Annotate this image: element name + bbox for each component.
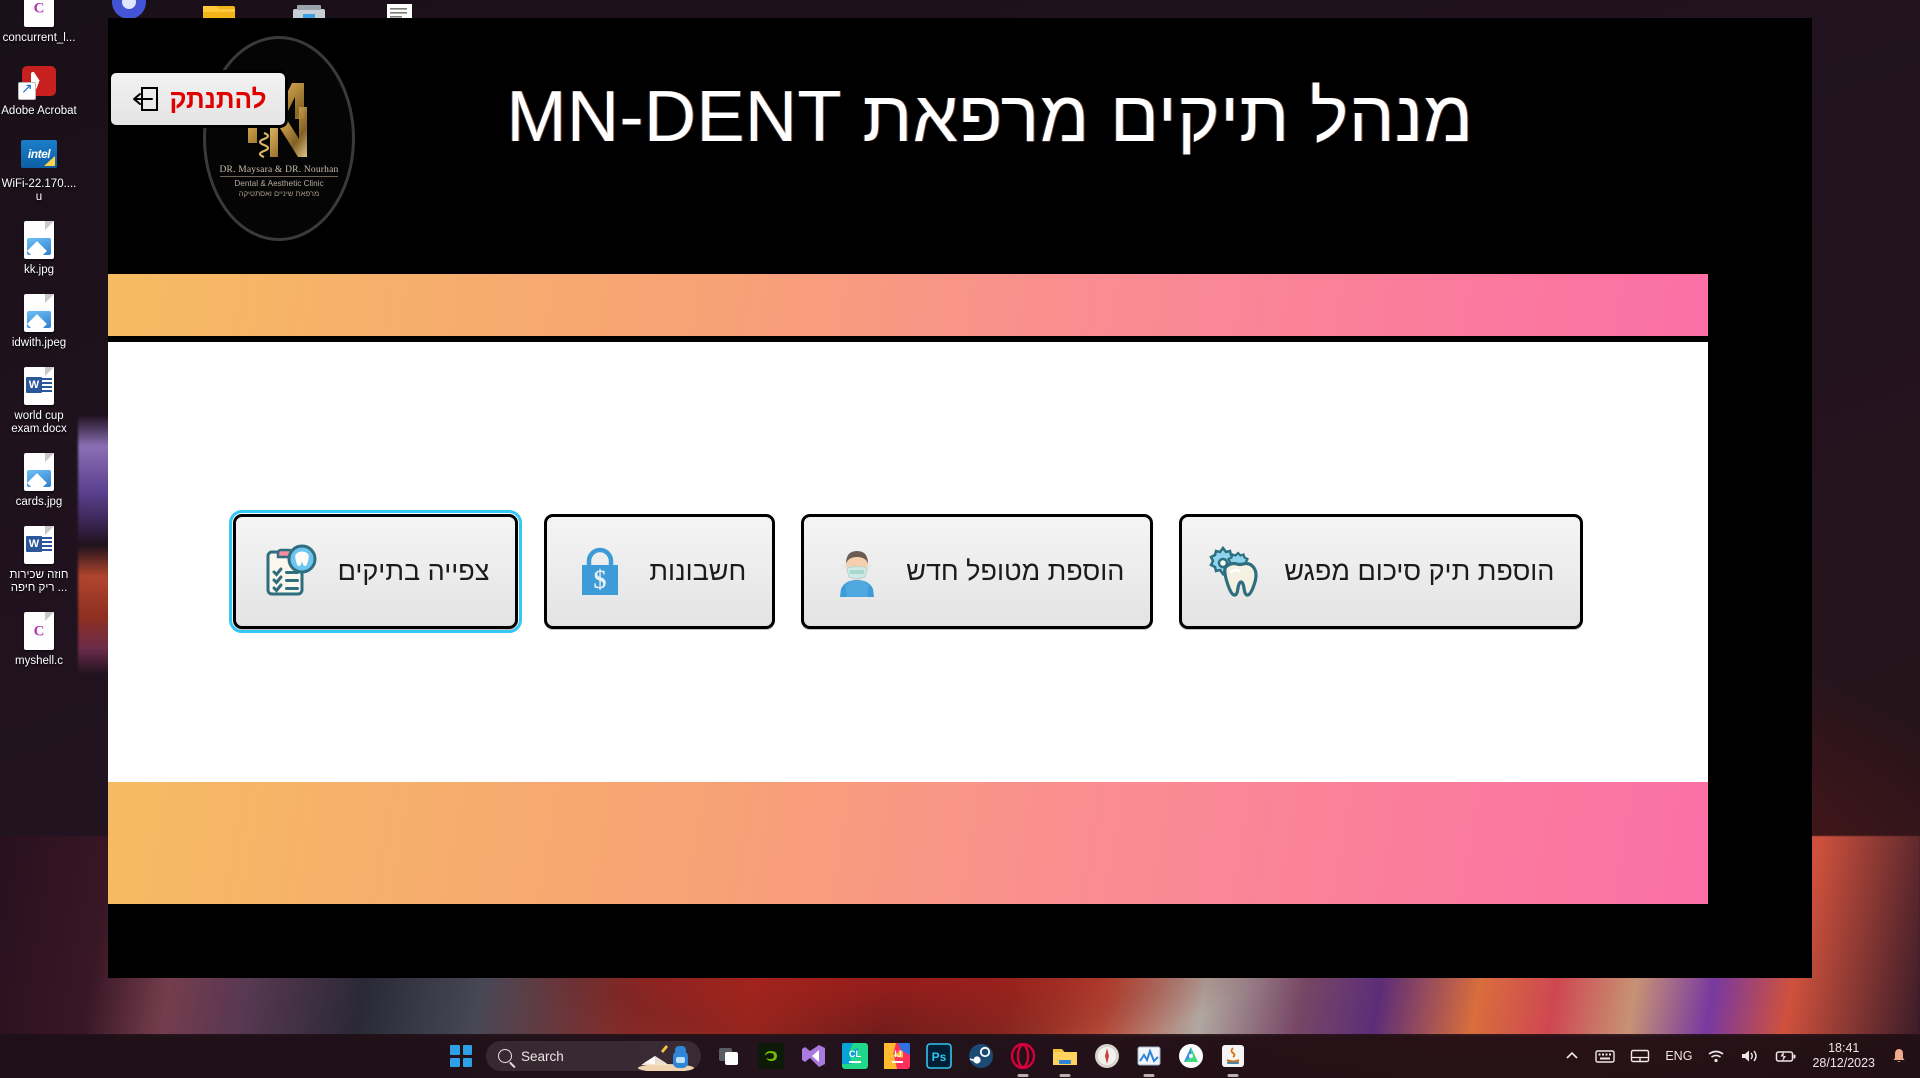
taskbar-center-group: Search CL IJ Ps <box>450 1041 1247 1071</box>
accounts-button[interactable]: $ חשבונות <box>544 514 776 629</box>
add-meeting-summary-button[interactable]: הוספת תיק סיכום מפגש <box>1179 514 1584 629</box>
visual-studio-icon[interactable] <box>799 1042 827 1070</box>
desktop-icon-label: world cup exam.docx <box>11 410 67 435</box>
folder-icon <box>198 0 240 20</box>
image-file-icon <box>19 450 59 494</box>
desktop-icon[interactable]: idwith.jpeg <box>0 291 78 350</box>
task-view-icon[interactable] <box>715 1042 743 1070</box>
text-document-icon <box>378 0 420 20</box>
clock-date: 28/12/2023 <box>1812 1056 1875 1070</box>
svg-text:Ps: Ps <box>932 1050 947 1064</box>
view-records-button[interactable]: צפייה בתיקים <box>228 510 523 633</box>
logo-clinic-line: Dental & Aesthetic Clinic <box>234 179 324 188</box>
desktop-icon[interactable]: W חוזה שכירות ריק חיפה ... <box>0 523 78 595</box>
chevron-up-icon[interactable] <box>1564 1048 1580 1064</box>
desktop-icon-label: concurrent_l... <box>2 32 76 44</box>
desktop-icon-label: cards.jpg <box>15 496 63 508</box>
svg-text:IJ: IJ <box>894 1049 902 1059</box>
search-input[interactable]: Search <box>486 1041 701 1071</box>
add-new-patient-button[interactable]: הוספת מטופל חדש <box>801 514 1154 629</box>
clipboard-tooth-icon <box>258 541 320 603</box>
desktop-icon-label: idwith.jpeg <box>11 337 67 349</box>
intellij-idea-icon[interactable]: IJ <box>883 1042 911 1070</box>
search-icon <box>498 1049 512 1063</box>
logo-hebrew-line: מרפאת שיניים ואסתטיקה <box>238 189 320 198</box>
utility-icon <box>288 0 330 20</box>
opera-icon[interactable] <box>1009 1042 1037 1070</box>
c-source-file-icon: C <box>19 0 59 30</box>
desktop-icon-label: WiFi-22.170.... u <box>1 178 77 203</box>
intel-installer-icon: intel <box>19 132 59 176</box>
tooth-gears-icon <box>1204 541 1266 603</box>
image-file-icon <box>19 291 59 335</box>
desktop[interactable]: Cconcurrent_l... Adobe Acrobat intelWiFi-2… <box>0 0 1920 1078</box>
desktop-icon[interactable]: Adobe Acrobat <box>0 59 78 118</box>
image-file-icon <box>19 218 59 262</box>
wifi-icon[interactable] <box>1707 1048 1725 1064</box>
desktop-icon[interactable]: Cmyshell.c <box>0 609 78 668</box>
button-label: הוספת מטופל חדש <box>906 556 1125 586</box>
c-source-file-icon: C <box>19 609 59 653</box>
photoshop-icon[interactable]: Ps <box>925 1042 953 1070</box>
performance-monitor-icon[interactable] <box>1135 1042 1163 1070</box>
windows-taskbar: Search CL IJ Ps ENG 18:41 28/12/2023 <box>0 1034 1920 1078</box>
desktop-icon-label: חוזה שכירות ריק חיפה ... <box>9 569 69 594</box>
system-tray: ENG 18:41 28/12/2023 <box>1564 1041 1908 1071</box>
clion-icon[interactable]: CL <box>841 1042 869 1070</box>
button-label: צפייה בתיקים <box>337 556 490 586</box>
main-action-buttons: צפייה בתיקים $ חשבונות הוספת מטופל חדש ה… <box>108 510 1708 633</box>
steam-icon[interactable] <box>967 1042 995 1070</box>
touchpad-icon[interactable] <box>1630 1048 1650 1064</box>
app-header: DR. Maysara & DR. Nourhan Dental & Aesth… <box>108 18 1812 270</box>
svg-text:$: $ <box>594 565 607 594</box>
search-placeholder: Search <box>521 1048 564 1064</box>
button-label: חשבונות <box>649 556 747 586</box>
bottom-gradient-banner: להתנתק <box>108 70 1708 904</box>
logout-label: להתנתק <box>169 83 267 114</box>
logout-button[interactable]: להתנתק <box>108 70 288 128</box>
partial-desktop-icons-row <box>108 0 420 20</box>
page-title: מנהל תיקים מרפאת MN-DENT <box>506 77 1474 157</box>
desktop-icon-label: Adobe Acrobat <box>1 105 77 117</box>
desktop-icon[interactable]: cards.jpg <box>0 450 78 509</box>
compass-icon[interactable] <box>1093 1042 1121 1070</box>
volume-icon[interactable] <box>1740 1048 1760 1064</box>
language-indicator[interactable]: ENG <box>1665 1049 1692 1063</box>
taskbar-clock[interactable]: 18:41 28/12/2023 <box>1812 1041 1875 1071</box>
desktop-icon[interactable]: Wworld cup exam.docx <box>0 364 78 436</box>
desktop-icon[interactable]: intel WiFi-22.170.... u <box>0 132 78 204</box>
top-gradient-banner <box>108 274 1708 336</box>
chrome-icon <box>108 0 150 20</box>
battery-charging-icon[interactable] <box>1775 1048 1797 1064</box>
java-icon[interactable] <box>1219 1042 1247 1070</box>
desktop-icon[interactable]: kk.jpg <box>0 218 78 277</box>
adobe-acrobat-icon <box>18 59 59 103</box>
desktop-icon[interactable]: Cconcurrent_l... <box>0 0 78 45</box>
app-content-area: צפייה בתיקים $ חשבונות הוספת מטופל חדש ה… <box>108 342 1708 782</box>
search-illustration <box>638 1045 694 1071</box>
nvidia-icon[interactable] <box>757 1042 785 1070</box>
desktop-icon-list: Cconcurrent_l... Adobe Acrobat intelWiFi-2… <box>0 0 78 682</box>
keyboard-icon[interactable] <box>1595 1048 1616 1064</box>
word-document-icon: W <box>19 364 59 408</box>
desktop-icon-label: myshell.c <box>15 655 63 667</box>
logout-area: להתנתק <box>108 70 288 128</box>
shopping-bag-dollar-icon: $ <box>569 541 631 603</box>
button-label: הוספת תיק סיכום מפגש <box>1284 556 1555 586</box>
logo-doctors-line: DR. Maysara & DR. Nourhan <box>219 165 339 177</box>
svg-text:CL: CL <box>849 1049 861 1059</box>
desktop-icon-label: kk.jpg <box>23 264 55 276</box>
windows-start-icon[interactable] <box>450 1045 472 1067</box>
notification-bell-icon[interactable] <box>1890 1047 1908 1065</box>
word-document-icon: W <box>19 523 59 567</box>
logout-arrow-icon <box>130 84 160 114</box>
mn-dent-application-window: DR. Maysara & DR. Nourhan Dental & Aesth… <box>108 18 1812 978</box>
android-studio-icon[interactable] <box>1177 1042 1205 1070</box>
file-explorer-icon[interactable] <box>1051 1042 1079 1070</box>
clock-time: 18:41 <box>1828 1041 1860 1055</box>
masked-patient-icon <box>826 541 888 603</box>
